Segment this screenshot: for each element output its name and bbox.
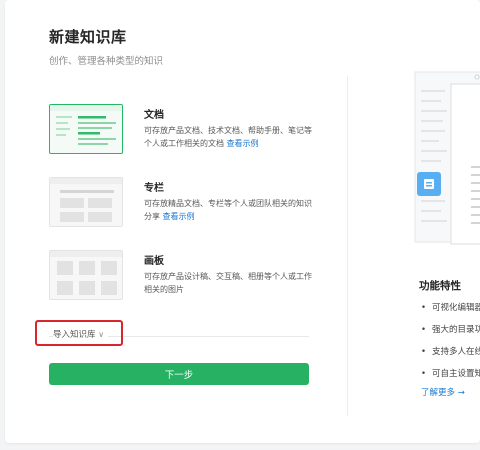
features-title: 功能特性 [419, 280, 461, 292]
option-description: 可存放精品文档、专栏等个人或团队相关的知识分享 查看示例 [144, 197, 312, 223]
arrow-right-icon: → [457, 388, 465, 398]
next-step-button[interactable]: 下一步 [49, 363, 309, 385]
view-example-link[interactable]: 查看示例 [163, 212, 195, 221]
panel-divider [347, 76, 348, 416]
learn-more-label: 了解更多 [421, 388, 456, 398]
feature-list: 可视化编辑器 强大的目录功 支持多人在线 可自主设置知 [419, 302, 480, 390]
document-preview-icon [50, 105, 122, 145]
board-preview-icon [50, 251, 122, 295]
page-title: 新建知识库 [49, 28, 127, 46]
column-thumbnail [49, 177, 123, 227]
new-repo-dialog: 新建知识库 创作、管理各种类型的知识 文档 可存放产品文档、技术文档、帮助手册、… [5, 0, 480, 443]
import-highlight-box [35, 320, 123, 346]
option-document[interactable]: 文档 可存放产品文档、技术文档、帮助手册、笔记等个人或工作相关的文档 查看示例 [49, 104, 312, 160]
feature-item: 强大的目录功 [419, 324, 480, 346]
option-column[interactable]: 专栏 可存放精品文档、专栏等个人或团队相关的知识分享 查看示例 [49, 177, 312, 233]
document-illustration-icon [414, 71, 480, 245]
preview-illustration [405, 66, 480, 246]
page-subtitle: 创作、管理各种类型的知识 [49, 56, 164, 67]
option-title: 专栏 [144, 183, 164, 194]
option-title: 文档 [144, 110, 164, 121]
view-example-link[interactable]: 查看示例 [227, 139, 259, 148]
document-thumbnail [49, 104, 123, 154]
board-thumbnail [49, 250, 123, 300]
feature-item: 支持多人在线 [419, 346, 480, 368]
option-description: 可存放产品设计稿、交互稿、相册等个人或工作相关的图片 [144, 272, 312, 294]
learn-more-link[interactable]: 了解更多 → [421, 386, 465, 398]
column-preview-icon [50, 178, 122, 222]
option-description: 可存放产品文档、技术文档、帮助手册、笔记等个人或工作相关的文档 查看示例 [144, 124, 312, 150]
option-board[interactable]: 画板 可存放产品设计稿、交互稿、相册等个人或工作相关的图片 [49, 250, 312, 306]
feature-item: 可视化编辑器 [419, 302, 480, 324]
option-title: 画板 [144, 256, 164, 267]
